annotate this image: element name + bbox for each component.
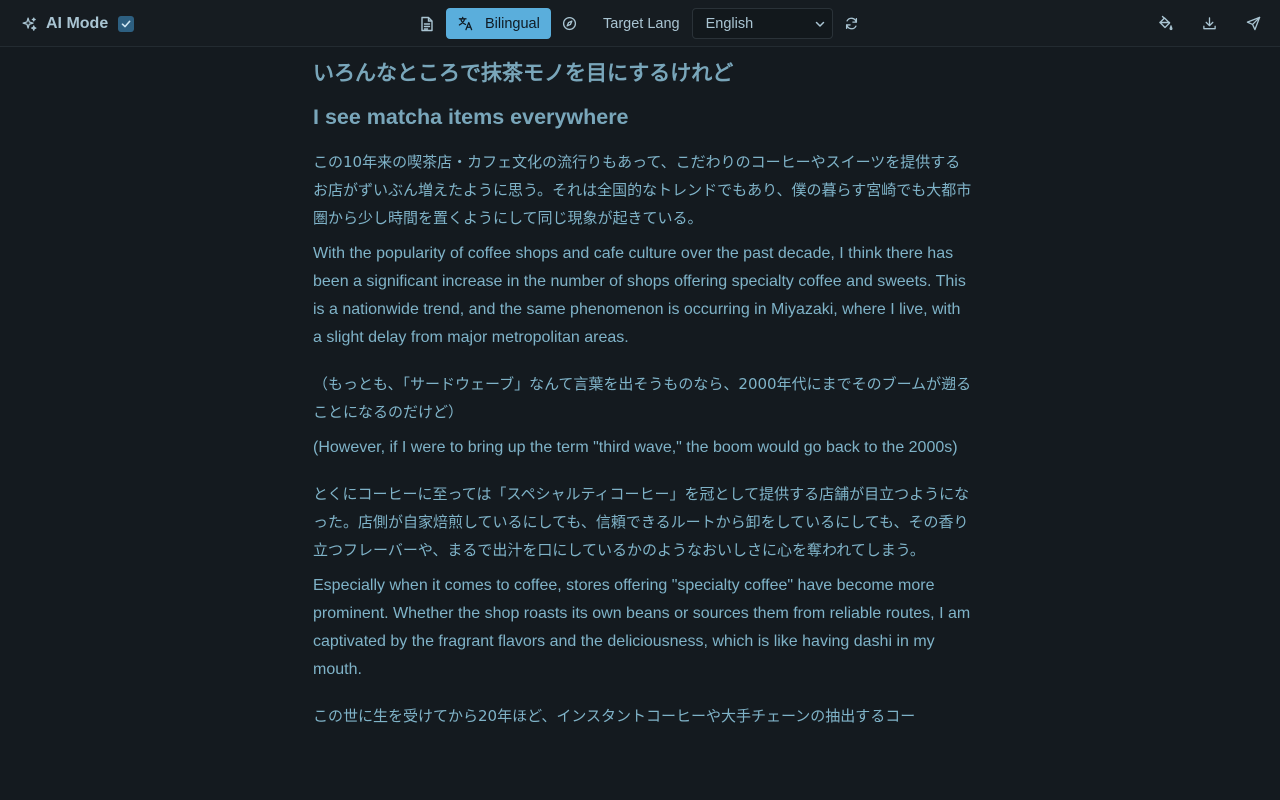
chevron-down-icon <box>814 18 826 30</box>
ai-mode-group: AI Mode <box>20 12 135 36</box>
bilingual-label: Bilingual <box>485 15 540 32</box>
article-content: いろんなところで抹茶モノを目にするけれど I see matcha items … <box>313 56 973 730</box>
translation-controls: Bilingual Target Lang English <box>418 8 861 39</box>
paragraph-translation: (However, if I were to bring up the term… <box>313 439 958 456</box>
paragraph-original: この10年来の喫茶店・カフェ文化の流行りもあって、こだわりのコーヒーやスイーツを… <box>313 153 972 227</box>
ai-mode-checkbox[interactable] <box>118 16 135 32</box>
send-icon[interactable] <box>1244 14 1262 32</box>
refresh-icon[interactable] <box>843 15 861 33</box>
sparkle-icon <box>20 15 38 33</box>
top-toolbar: AI Mode Bilingual Target Lang English <box>0 0 1280 47</box>
paragraph-translation: With the popularity of coffee shops and … <box>313 245 966 346</box>
checkbox-checked-icon <box>121 20 131 28</box>
paragraph-original: とくにコーヒーに至っては「スペシャルティコーヒー」を冠として提供する店舗が目立つ… <box>313 485 970 559</box>
paint-bucket-icon[interactable] <box>1156 14 1174 32</box>
target-lang-value: English <box>705 15 754 32</box>
paragraph-pair: この世に生を受けてから20年ほど、インスタントコーヒーや大手チェーンの抽出するコ… <box>313 702 973 730</box>
paragraph-original: この世に生を受けてから20年ほど、インスタントコーヒーや大手チェーンの抽出するコ… <box>313 707 916 725</box>
translate-icon <box>458 16 473 31</box>
document-icon[interactable] <box>418 15 436 33</box>
target-lang-label: Target Lang <box>603 15 680 32</box>
ai-mode-label: AI Mode <box>46 15 109 32</box>
paragraph-pair: （もっとも、「サードウェーブ」なんて言葉を出そうものなら、2000年代にまでその… <box>313 370 973 462</box>
paragraph-pair: この10年来の喫茶店・カフェ文化の流行りもあって、こだわりのコーヒーやスイーツを… <box>313 148 973 352</box>
compass-icon[interactable] <box>560 15 578 33</box>
paragraph-translation: Especially when it comes to coffee, stor… <box>313 577 971 678</box>
toolbar-actions <box>1156 14 1262 32</box>
bilingual-button[interactable]: Bilingual <box>446 8 551 39</box>
download-icon[interactable] <box>1200 14 1218 32</box>
article-title-translation: I see matcha items everywhere <box>313 105 629 129</box>
article-title-original: いろんなところで抹茶モノを目にするけれど <box>313 61 734 85</box>
target-lang-select[interactable]: English <box>691 8 833 39</box>
paragraph-pair: とくにコーヒーに至っては「スペシャルティコーヒー」を冠として提供する店舗が目立つ… <box>313 480 973 684</box>
paragraph-original: （もっとも、「サードウェーブ」なんて言葉を出そうものなら、2000年代にまでその… <box>313 375 972 421</box>
